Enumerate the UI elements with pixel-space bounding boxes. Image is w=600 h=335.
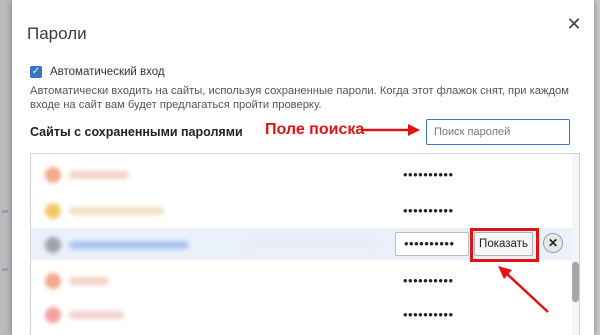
auto-login-label: Автоматический вход bbox=[50, 66, 165, 78]
site-name-blurred bbox=[69, 171, 129, 179]
password-mask: •••••••••• bbox=[403, 307, 454, 322]
background-window-edge bbox=[0, 0, 12, 335]
auto-login-checkbox[interactable]: ✓ bbox=[30, 66, 42, 78]
list-scrollbar[interactable] bbox=[572, 154, 579, 335]
auto-login-description: Автоматически входить на сайты, использу… bbox=[30, 85, 569, 111]
dialog-title: Пароли bbox=[27, 24, 87, 43]
site-name-blurred bbox=[69, 207, 164, 215]
password-mask: •••••••••• bbox=[403, 167, 454, 182]
site-name-blurred bbox=[69, 277, 109, 285]
site-name-blurred bbox=[69, 311, 124, 319]
close-button[interactable]: ✕ bbox=[564, 13, 584, 35]
remove-password-button[interactable]: ✕ bbox=[543, 233, 563, 253]
scrollbar-thumb[interactable] bbox=[572, 262, 579, 302]
background-mark bbox=[2, 210, 8, 213]
site-favicon-icon bbox=[45, 273, 61, 289]
search-annotation-label: Поле поиска bbox=[265, 121, 365, 138]
password-row[interactable]: •••••••••• bbox=[31, 298, 579, 330]
password-mask: •••••••••• bbox=[403, 273, 454, 288]
site-favicon-icon bbox=[45, 167, 61, 183]
password-field: •••••••••• bbox=[395, 232, 469, 256]
background-mark bbox=[2, 268, 8, 271]
username-blurred bbox=[246, 241, 376, 249]
password-search-input[interactable] bbox=[427, 120, 569, 144]
saved-sites-heading: Сайты с сохраненными паролями bbox=[30, 125, 243, 139]
search-box[interactable] bbox=[426, 119, 570, 145]
site-favicon-icon bbox=[45, 237, 61, 253]
password-row[interactable]: •••••••••• bbox=[31, 158, 579, 190]
passwords-dialog: Пароли ✕ ✓ Автоматический вход Автоматич… bbox=[12, 0, 594, 335]
password-row-selected[interactable]: •••••••••• Показать ✕ bbox=[31, 228, 579, 262]
password-mask: •••••••••• bbox=[403, 203, 454, 218]
password-row[interactable]: •••••••••• bbox=[31, 194, 579, 226]
saved-passwords-list: •••••••••• •••••••••• •••••••••• Показат… bbox=[30, 153, 580, 335]
show-button-highlight bbox=[470, 228, 539, 262]
site-name-blurred bbox=[69, 241, 189, 249]
site-favicon-icon bbox=[45, 203, 61, 219]
site-favicon-icon bbox=[45, 307, 61, 323]
password-row[interactable]: •••••••••• bbox=[31, 264, 579, 296]
